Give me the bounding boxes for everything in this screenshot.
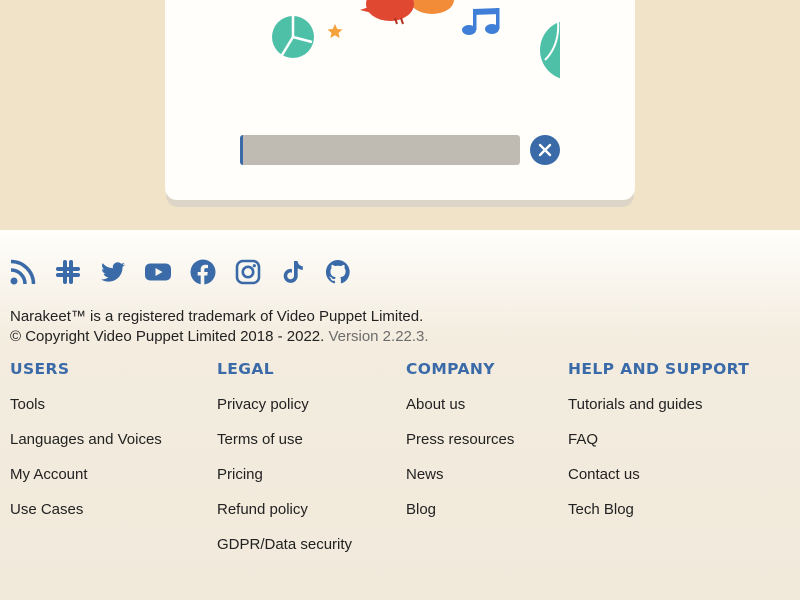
- footer-link-pricing[interactable]: Pricing: [217, 466, 352, 501]
- footer-link-terms-of-use[interactable]: Terms of use: [217, 431, 352, 466]
- footer-link-tools[interactable]: Tools: [10, 396, 162, 431]
- globe-icon: [540, 19, 560, 79]
- progress-bar: [240, 135, 520, 165]
- footer-link-press-resources[interactable]: Press resources: [406, 431, 514, 466]
- tiktok-icon[interactable]: [280, 259, 306, 285]
- youtube-icon[interactable]: [145, 259, 171, 285]
- footer-link-privacy-policy[interactable]: Privacy policy: [217, 396, 352, 431]
- footer-link-gdpr[interactable]: GDPR/Data security: [217, 536, 352, 571]
- version-label: Version 2.22.3.: [328, 328, 429, 345]
- footer-column-help: HELP AND SUPPORT Tutorials and guides FA…: [568, 360, 749, 536]
- footer-link-tech-blog[interactable]: Tech Blog: [568, 501, 749, 536]
- footer-link-faq[interactable]: FAQ: [568, 431, 749, 466]
- social-links: [10, 259, 351, 285]
- upload-area: [0, 0, 800, 230]
- progress-fill: [240, 135, 244, 165]
- bird-icon: [360, 0, 454, 25]
- footer-link-refund-policy[interactable]: Refund policy: [217, 501, 352, 536]
- facebook-icon[interactable]: [190, 259, 216, 285]
- footer: Narakeet™ is a registered trademark of V…: [0, 230, 800, 600]
- footer-column-legal: LEGAL Privacy policy Terms of use Pricin…: [217, 360, 352, 571]
- footer-column-users: USERS Tools Languages and Voices My Acco…: [10, 360, 162, 536]
- instagram-icon[interactable]: [235, 259, 261, 285]
- music-note-icon: [462, 8, 500, 35]
- footer-column-company: COMPANY About us Press resources News Bl…: [406, 360, 514, 536]
- close-icon: [538, 143, 552, 157]
- trademark-notice: Narakeet™ is a registered trademark of V…: [10, 308, 424, 325]
- copyright-line: © Copyright Video Puppet Limited 2018 - …: [10, 327, 429, 347]
- twitter-icon[interactable]: [100, 259, 126, 285]
- rss-icon[interactable]: [10, 259, 36, 285]
- footer-link-my-account[interactable]: My Account: [10, 466, 162, 501]
- copyright-notice: © Copyright Video Puppet Limited 2018 - …: [10, 328, 325, 345]
- github-icon[interactable]: [325, 259, 351, 285]
- footer-link-languages-and-voices[interactable]: Languages and Voices: [10, 431, 162, 466]
- column-title: LEGAL: [217, 360, 275, 378]
- footer-link-about-us[interactable]: About us: [406, 396, 514, 431]
- decorative-illustration: [272, 0, 560, 79]
- cancel-button[interactable]: [530, 135, 560, 165]
- column-title: HELP AND SUPPORT: [568, 360, 750, 378]
- footer-link-blog[interactable]: Blog: [406, 501, 514, 536]
- footer-link-tutorials[interactable]: Tutorials and guides: [568, 396, 749, 431]
- footer-link-news[interactable]: News: [406, 466, 514, 501]
- column-title: COMPANY: [406, 360, 495, 378]
- star-icon: [327, 24, 343, 38]
- column-title: USERS: [10, 360, 70, 378]
- slack-icon[interactable]: [55, 259, 81, 285]
- legal-text: Narakeet™ is a registered trademark of V…: [10, 307, 429, 347]
- footer-link-use-cases[interactable]: Use Cases: [10, 501, 162, 536]
- pie-chart-icon: [272, 16, 314, 58]
- footer-link-contact-us[interactable]: Contact us: [568, 466, 749, 501]
